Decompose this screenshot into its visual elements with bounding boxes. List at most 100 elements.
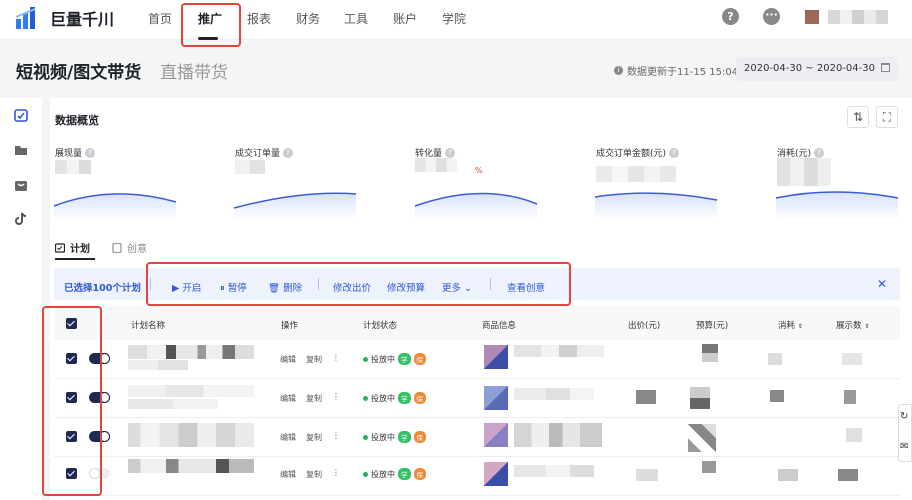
plan-name-redacted [128,360,188,370]
calendar-check-icon[interactable] [14,108,28,122]
edit-link[interactable]: 编辑 [280,354,296,365]
bid-redacted [636,469,658,481]
filter-settings-button[interactable]: ⇅ [847,106,869,128]
help-icon[interactable]: ? [445,147,456,158]
budget-redacted [688,424,716,452]
metric-conversion-suffix: % [475,166,483,175]
data-updated-info: i 数据更新于11-15 15:04 [614,63,738,78]
page-title[interactable]: 短视频/图文带货 [16,58,141,83]
refresh-icon[interactable]: ↻ [900,411,908,422]
table-row[interactable]: 编辑 复制 ⋮ 投放中 学 保 [54,457,900,496]
more-label: 更多 [442,283,462,294]
row-enable-toggle[interactable] [89,468,110,479]
table-header [54,306,900,340]
creative-icon [112,242,122,253]
select-all-checkbox[interactable] [66,318,77,329]
nav-promote[interactable]: 推广 [198,10,222,27]
metric-label: 展现量 [55,149,83,159]
more-icon[interactable]: ⋮ [332,353,340,362]
calendar-icon [55,242,65,253]
tab-creative[interactable]: 创意 [112,240,147,255]
date-range-picker[interactable]: 2020-04-30 ~ 2020-04-30 [736,57,898,81]
col-status[interactable]: 计划状态 [363,319,397,331]
col-operations: 操作 [281,321,299,331]
modify-bid-button[interactable]: 修改出价 [333,280,371,294]
product-info-redacted [514,345,604,357]
product-info-redacted [514,423,602,447]
col-bid[interactable]: 出价(元) [628,319,660,331]
row-checkbox[interactable] [66,392,77,403]
col-impressions[interactable]: 展示数 ⇕ [836,319,869,331]
status-dot-icon [363,471,368,477]
modify-budget-button[interactable]: 修改预算 [387,280,425,294]
edit-link[interactable]: 编辑 [280,432,296,443]
impressions-redacted [842,353,862,365]
col-spend[interactable]: 消耗 ⇕ [778,319,803,331]
feedback-icon[interactable]: ✉ [900,441,908,452]
help-icon[interactable]: ? [669,147,680,158]
nav-finance[interactable]: 财务 [296,10,320,27]
copy-link[interactable]: 复制 [306,432,322,443]
row-enable-toggle[interactable] [89,431,110,442]
row-enable-toggle[interactable] [89,392,110,403]
status-text: 投放中 [371,393,395,403]
overview-title: 数据概览 [55,114,99,127]
nav-reports[interactable]: 报表 [247,10,271,27]
col-plan-name[interactable]: 计划名称 [131,319,165,331]
user-name-redacted[interactable] [828,10,888,24]
user-avatar[interactable] [805,10,819,24]
more-icon[interactable]: ⋮ [332,468,340,477]
col-spend-label: 消耗 [778,321,796,331]
table-row[interactable]: 编辑 复制 ⋮ 投放中 学 保 [54,340,900,379]
copy-link[interactable]: 复制 [306,469,322,480]
row-checkbox[interactable] [66,353,77,364]
floating-help-panel[interactable]: ↻ ✉ [898,404,912,462]
learning-badge: 学 [398,353,411,365]
status-dot-icon [363,434,368,440]
plan-name-redacted [128,423,254,447]
help-icon[interactable]: ? [814,147,825,158]
row-enable-toggle[interactable] [89,353,110,364]
nav-account[interactable]: 账户 [393,10,417,27]
help-icon[interactable]: ? [283,147,294,158]
edit-link[interactable]: 编辑 [280,393,296,404]
edit-link[interactable]: 编辑 [280,469,296,480]
status-text: 投放中 [371,469,395,479]
product-thumbnail [484,345,508,369]
folder-icon[interactable] [14,143,28,157]
logo[interactable]: 巨量千川 [16,6,114,30]
nav-home[interactable]: 首页 [148,10,172,27]
help-icon[interactable]: ? [85,147,96,158]
store-icon[interactable] [14,178,28,192]
more-icon[interactable]: ⋮ [332,431,340,440]
metric-impressions: 展现量? [55,146,96,159]
guarantee-badge: 保 [413,353,426,365]
col-budget[interactable]: 预算(元) [696,319,728,331]
table-row[interactable]: 编辑 复制 ⋮ 投放中 学 保 [54,379,900,418]
row-checkbox[interactable] [66,431,77,442]
copy-link[interactable]: 复制 [306,354,322,365]
page-title-live[interactable]: 直播带货 [160,58,228,83]
copy-link[interactable]: 复制 [306,393,322,404]
view-creatives-button[interactable]: 查看创意 [507,280,545,294]
help-icon[interactable]: ? [722,8,739,25]
more-actions-button[interactable]: 更多 ⌄ [442,280,472,294]
pause-button[interactable]: ⏸ 暂停 [220,280,247,294]
tiktok-icon[interactable] [14,212,28,226]
budget-redacted [690,387,710,409]
nav-tools[interactable]: 工具 [344,10,368,27]
delete-button[interactable]: 🗑 删除 [268,280,302,294]
more-icon[interactable]: ⋮ [332,392,340,401]
nav-academy[interactable]: 学院 [442,10,466,27]
more-icon[interactable]: ··· [763,8,780,25]
bid-redacted [636,390,656,404]
row-checkbox[interactable] [66,468,77,479]
fullscreen-button[interactable]: ⛶ [876,106,898,128]
info-icon: i [614,66,623,75]
sparkline-impressions [53,193,177,220]
table-row[interactable]: 编辑 复制 ⋮ 投放中 学 保 [54,418,900,457]
plan-status: 投放中 学 保 [363,468,426,480]
enable-button[interactable]: ▶ 开启 [172,280,201,294]
close-icon[interactable]: ✕ [877,277,887,291]
tab-plan[interactable]: 计划 [55,240,90,255]
